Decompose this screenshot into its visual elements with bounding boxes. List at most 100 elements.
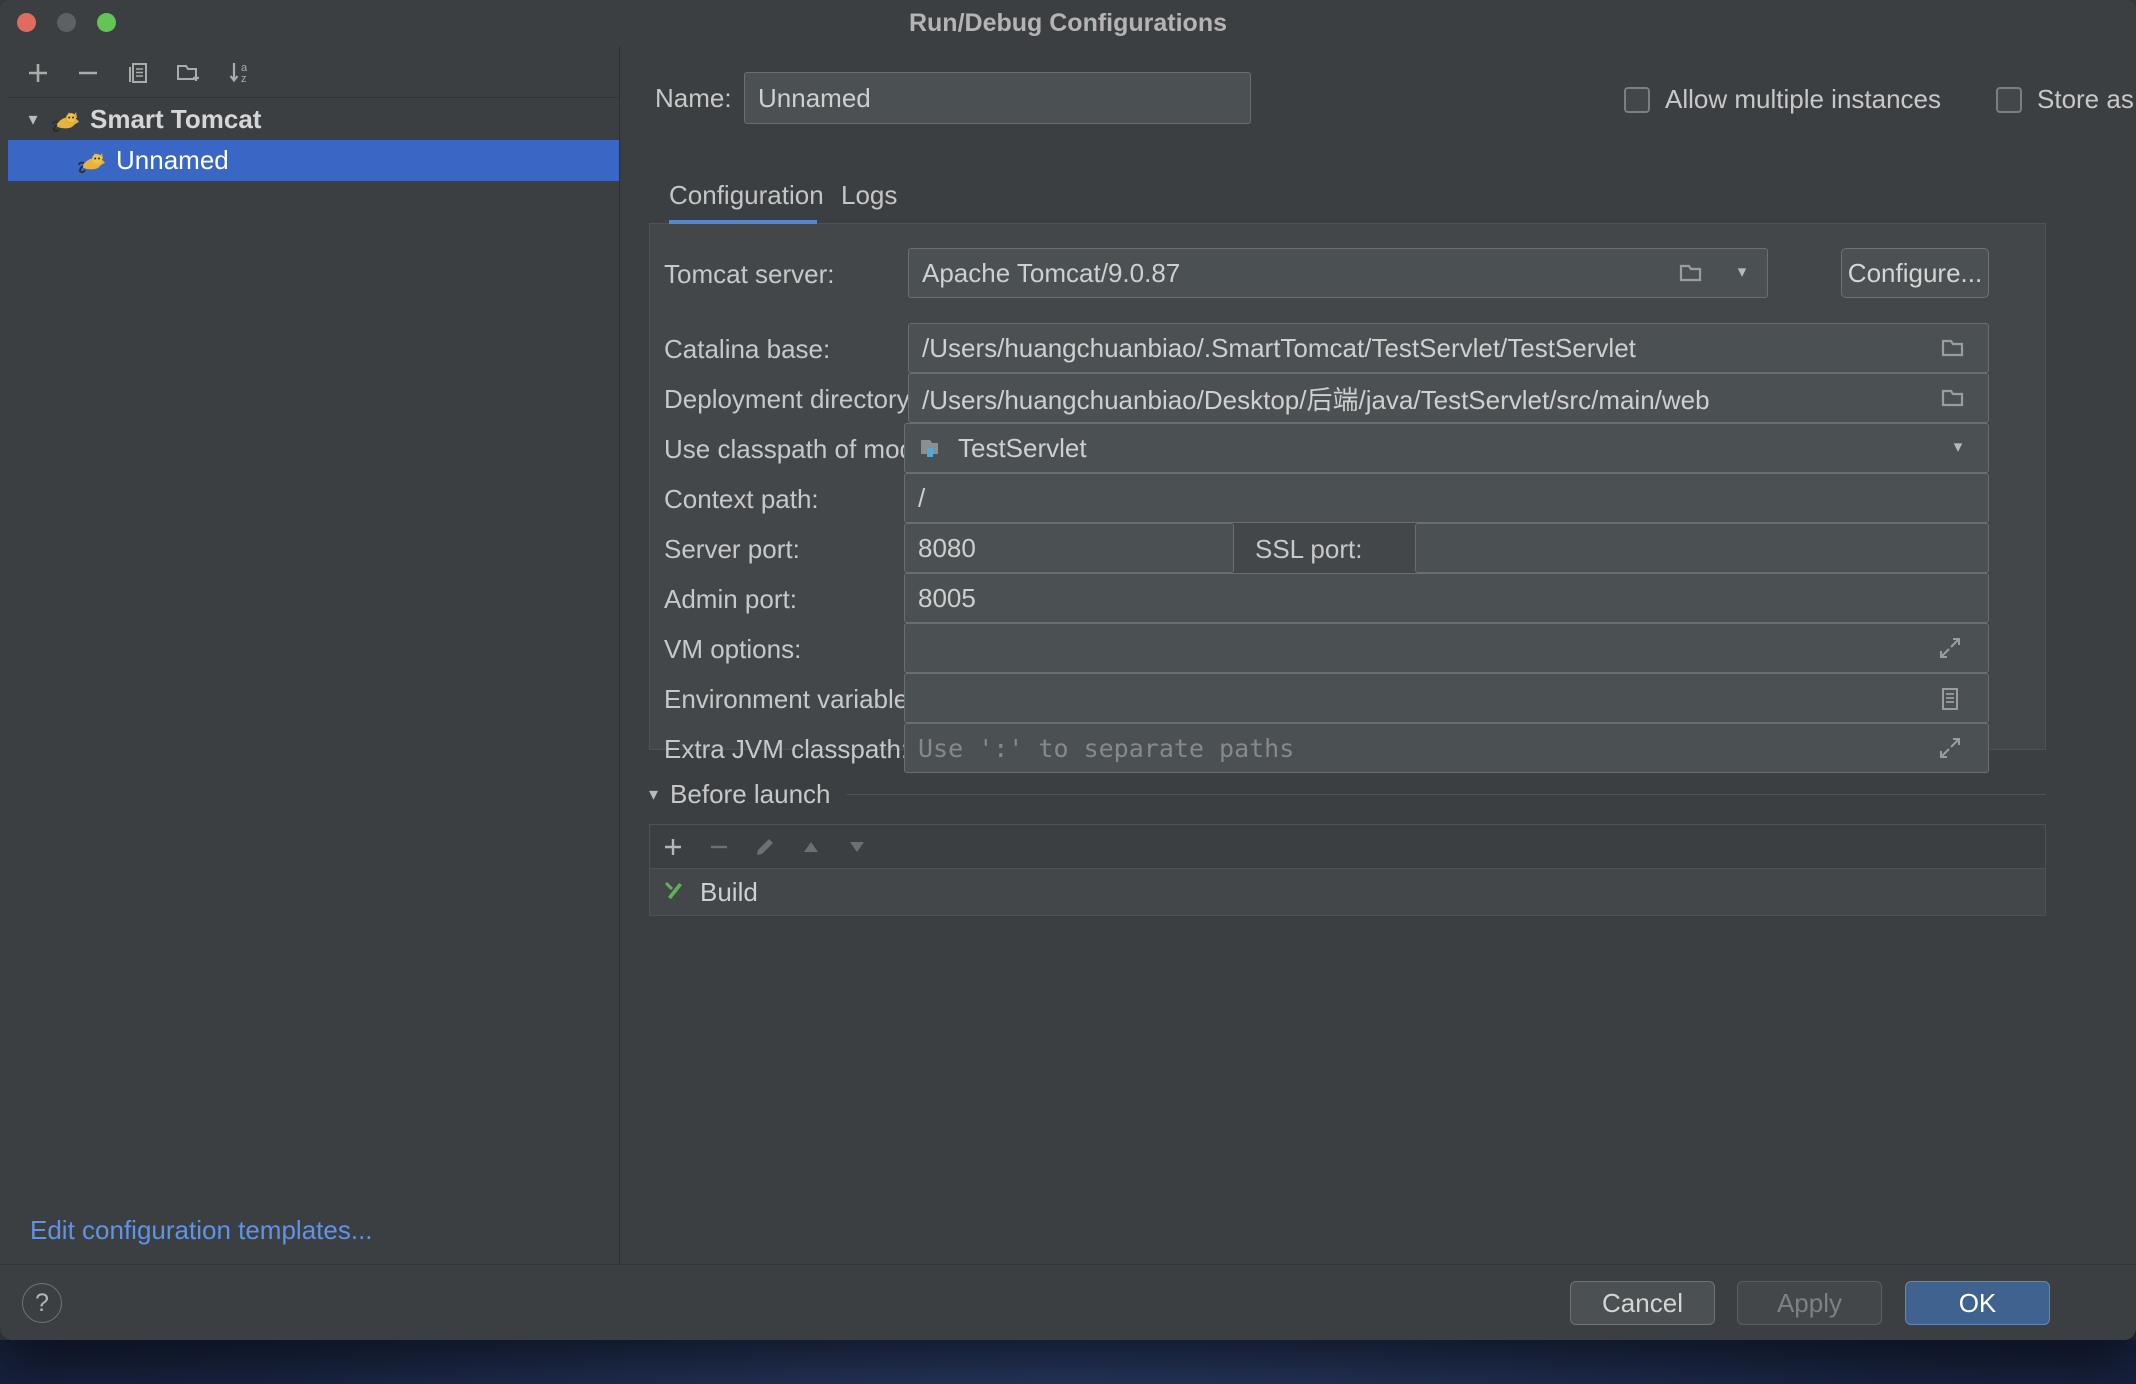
admin-port-row: Admin port: 8005 bbox=[650, 573, 2045, 623]
tomcat-server-row: Tomcat server: Apache Tomcat/9.0.87 ▾ Co… bbox=[650, 248, 2045, 298]
module-icon bbox=[918, 435, 948, 461]
folder-icon[interactable] bbox=[1940, 386, 1966, 410]
help-button[interactable]: ? bbox=[22, 1283, 62, 1323]
before-launch-edit-button[interactable] bbox=[742, 825, 788, 869]
context-path-row: Context path: / bbox=[650, 473, 2045, 523]
configurations-tree: ▾ Smart Tomcat Unnamed bbox=[8, 99, 619, 1194]
vm-options-input[interactable] bbox=[904, 623, 1989, 673]
before-launch-header[interactable]: ▾ Before launch bbox=[649, 774, 2046, 814]
sidebar-toolbar: a z bbox=[8, 46, 619, 98]
module-combo[interactable]: TestServlet bbox=[904, 423, 1989, 473]
cancel-button[interactable]: Cancel bbox=[1570, 1281, 1715, 1325]
context-path-value: / bbox=[918, 482, 926, 513]
configuration-content: Name: Allow multiple instances Store as … bbox=[621, 46, 2136, 1264]
before-launch-section: ▾ Before launch Build bbox=[649, 774, 2046, 916]
ok-button[interactable]: OK bbox=[1905, 1281, 2050, 1325]
chevron-down-icon[interactable]: ▾ bbox=[1938, 434, 1978, 460]
before-launch-move-down-button[interactable] bbox=[834, 825, 880, 869]
configuration-tabs: Configuration Logs bbox=[649, 166, 2046, 224]
dialog-title: Run/Debug Configurations bbox=[908, 9, 1228, 37]
tab-logs[interactable]: Logs bbox=[841, 166, 897, 224]
tomcat-server-label: Tomcat server: bbox=[664, 259, 835, 289]
server-port-label: Server port: bbox=[664, 534, 800, 564]
tree-item-unnamed[interactable]: Unnamed bbox=[8, 140, 619, 181]
tree-group-smart-tomcat[interactable]: ▾ Smart Tomcat bbox=[8, 99, 619, 140]
new-folder-button[interactable] bbox=[169, 55, 209, 91]
tomcat-icon bbox=[50, 106, 84, 134]
before-launch-move-up-button[interactable] bbox=[788, 825, 834, 869]
before-launch-item-label: Build bbox=[700, 876, 758, 907]
server-port-input[interactable]: 8080 bbox=[904, 523, 1234, 573]
checkbox-box[interactable] bbox=[1996, 86, 2022, 113]
tomcat-icon bbox=[76, 147, 110, 175]
tab-configuration[interactable]: Configuration bbox=[669, 166, 824, 224]
edit-configuration-templates-link[interactable]: Edit configuration templates... bbox=[30, 1215, 373, 1246]
catalina-base-input[interactable]: /Users/huangchuanbiao/.SmartTomcat/TestS… bbox=[908, 323, 1989, 373]
list-icon[interactable] bbox=[1938, 686, 1962, 712]
tomcat-server-value: Apache Tomcat/9.0.87 bbox=[922, 257, 1181, 288]
module-row: Use classpath of module: TestServlet ▾ bbox=[650, 423, 2045, 473]
catalina-base-label: Catalina base: bbox=[664, 334, 831, 364]
vm-options-label: VM options: bbox=[664, 634, 802, 664]
svg-text:z: z bbox=[241, 73, 247, 85]
triangle-down-icon[interactable]: ▾ bbox=[649, 784, 658, 805]
hammer-icon bbox=[662, 877, 688, 908]
dialog-footer: ? Cancel Apply OK bbox=[0, 1264, 2136, 1340]
name-label: Name: bbox=[655, 83, 732, 113]
add-configuration-button[interactable] bbox=[18, 55, 58, 91]
server-port-row: Server port: 8080 SSL port: bbox=[650, 523, 2045, 573]
before-launch-title: Before launch bbox=[670, 778, 831, 809]
run-debug-configurations-dialog: Run/Debug Configurations a z ▾ Smart Tom… bbox=[0, 0, 2136, 1340]
context-path-label: Context path: bbox=[664, 484, 819, 514]
folder-icon[interactable] bbox=[1940, 336, 1966, 360]
server-port-value: 8080 bbox=[918, 532, 976, 563]
allow-multiple-instances-checkbox[interactable]: Allow multiple instances bbox=[1624, 84, 1941, 115]
before-launch-item[interactable]: Build bbox=[649, 868, 2046, 916]
environment-variables-label: Environment variables: bbox=[664, 684, 929, 714]
chevron-down-icon[interactable]: ▾ bbox=[1722, 259, 1762, 285]
before-launch-toolbar bbox=[649, 824, 2046, 868]
dialog-titlebar: Run/Debug Configurations bbox=[0, 0, 2136, 46]
admin-port-label: Admin port: bbox=[664, 584, 797, 614]
remove-configuration-button[interactable] bbox=[68, 55, 108, 91]
allow-multiple-instances-label: Allow multiple instances bbox=[1665, 84, 1942, 114]
extra-jvm-classpath-row: Extra JVM classpath: Use ':' to separate… bbox=[650, 723, 2045, 773]
module-value: TestServlet bbox=[958, 432, 1087, 463]
catalina-base-value: /Users/huangchuanbiao/.SmartTomcat/TestS… bbox=[922, 332, 1636, 363]
before-launch-remove-button[interactable] bbox=[696, 825, 742, 869]
before-launch-add-button[interactable] bbox=[650, 825, 696, 869]
tree-item-label: Unnamed bbox=[116, 145, 229, 175]
deployment-directory-label: Deployment directory: bbox=[664, 384, 917, 414]
name-input[interactable] bbox=[744, 72, 1251, 124]
store-as-project-file-checkbox[interactable]: Store as project file bbox=[1996, 84, 2136, 115]
folder-icon[interactable] bbox=[1678, 261, 1704, 285]
expand-icon[interactable] bbox=[1938, 736, 1962, 760]
configurations-sidebar: a z ▾ Smart Tomcat Unnamed Edit configur… bbox=[8, 46, 620, 1264]
expand-icon[interactable] bbox=[1938, 636, 1962, 660]
sort-configurations-button[interactable]: a z bbox=[221, 55, 261, 91]
deployment-directory-input[interactable]: /Users/huangchuanbiao/Desktop/后端/java/Te… bbox=[908, 373, 1989, 423]
deployment-directory-row: Deployment directory: /Users/huangchuanb… bbox=[650, 373, 2045, 423]
extra-jvm-classpath-input[interactable]: Use ':' to separate paths bbox=[904, 723, 1989, 773]
deployment-directory-value: /Users/huangchuanbiao/Desktop/后端/java/Te… bbox=[922, 384, 1710, 415]
extra-jvm-classpath-label: Extra JVM classpath: bbox=[664, 734, 909, 764]
chevron-down-icon[interactable]: ▾ bbox=[16, 109, 50, 130]
section-divider bbox=[846, 793, 2046, 795]
name-row: Name: Allow multiple instances Store as … bbox=[621, 72, 2136, 124]
apply-button[interactable]: Apply bbox=[1737, 1281, 1882, 1325]
tomcat-server-combo[interactable]: Apache Tomcat/9.0.87 bbox=[908, 248, 1768, 298]
vm-options-row: VM options: bbox=[650, 623, 2045, 673]
environment-variables-input[interactable] bbox=[904, 673, 1989, 723]
admin-port-value: 8005 bbox=[918, 582, 976, 613]
checkbox-box[interactable] bbox=[1624, 86, 1650, 113]
environment-variables-row: Environment variables: bbox=[650, 673, 2045, 723]
admin-port-input[interactable]: 8005 bbox=[904, 573, 1989, 623]
configure-button[interactable]: Configure... bbox=[1841, 248, 1989, 298]
context-path-input[interactable]: / bbox=[904, 473, 1989, 523]
copy-configuration-button[interactable] bbox=[119, 55, 159, 91]
ssl-port-label: SSL port: bbox=[1255, 534, 1363, 564]
ssl-port-input[interactable] bbox=[1415, 523, 1989, 573]
extra-jvm-classpath-placeholder: Use ':' to separate paths bbox=[918, 733, 1295, 763]
configuration-panel: Tomcat server: Apache Tomcat/9.0.87 ▾ Co… bbox=[649, 224, 2046, 773]
tree-group-label: Smart Tomcat bbox=[90, 104, 262, 134]
